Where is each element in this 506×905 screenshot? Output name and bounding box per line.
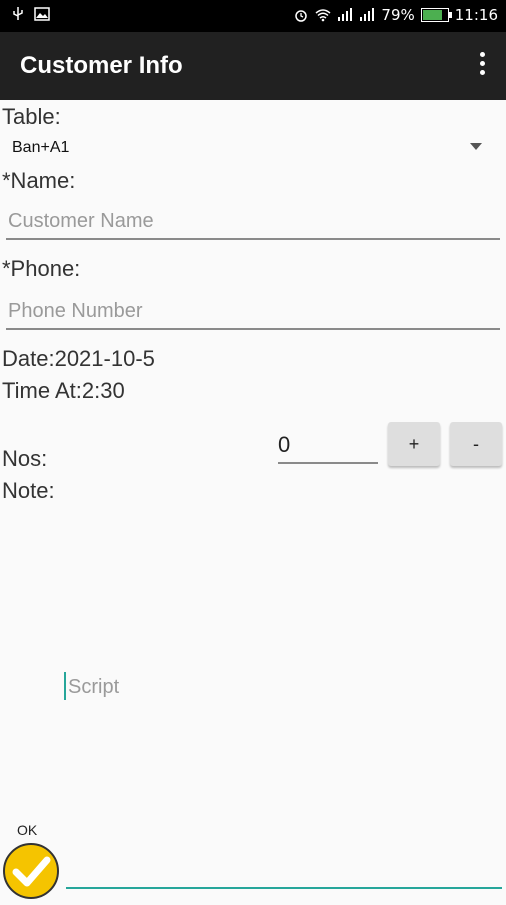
phone-label: *Phone: bbox=[2, 256, 81, 281]
table-select[interactable]: Ban+A1 bbox=[12, 139, 69, 157]
overflow-menu-icon[interactable] bbox=[478, 52, 486, 76]
name-label: *Name: bbox=[2, 168, 76, 193]
signal-icon bbox=[337, 7, 353, 23]
note-label: Note: bbox=[2, 478, 55, 503]
image-icon bbox=[34, 6, 50, 22]
clock: 11:16 bbox=[454, 6, 498, 24]
customer-name-input[interactable]: Customer Name bbox=[6, 210, 500, 240]
script-text-cursor bbox=[64, 672, 66, 700]
usb-icon bbox=[10, 6, 26, 22]
decrement-button[interactable]: - bbox=[450, 422, 502, 466]
date-text: Date:2021-10-5 bbox=[2, 346, 155, 371]
phone-number-input[interactable]: Phone Number bbox=[6, 300, 500, 330]
ok-check-icon[interactable] bbox=[2, 842, 60, 900]
ok-label: OK bbox=[17, 822, 38, 838]
increment-button[interactable]: + bbox=[388, 422, 440, 466]
page-title: Customer Info bbox=[20, 52, 183, 79]
dropdown-arrow-icon[interactable] bbox=[470, 143, 482, 150]
wifi-icon bbox=[315, 7, 331, 23]
status-left-icons bbox=[10, 6, 50, 22]
phone-number-placeholder: Phone Number bbox=[8, 300, 143, 322]
battery-icon bbox=[420, 8, 452, 22]
alarm-icon bbox=[293, 7, 309, 23]
table-label: Table: bbox=[2, 104, 61, 129]
customer-name-placeholder: Customer Name bbox=[8, 210, 154, 232]
app-bar: Customer Info bbox=[0, 32, 506, 100]
signal-icon-2 bbox=[359, 7, 375, 23]
script-input[interactable]: Script bbox=[68, 676, 119, 699]
nos-input[interactable]: 0 bbox=[278, 432, 378, 464]
nos-label: Nos: bbox=[2, 446, 48, 471]
battery-percent: 79% bbox=[381, 6, 415, 24]
status-bar: 79% 11:16 bbox=[0, 0, 506, 32]
status-right: 79% 11:16 bbox=[293, 6, 498, 24]
time-text: Time At:2:30 bbox=[2, 378, 125, 403]
script-underline bbox=[66, 887, 502, 889]
